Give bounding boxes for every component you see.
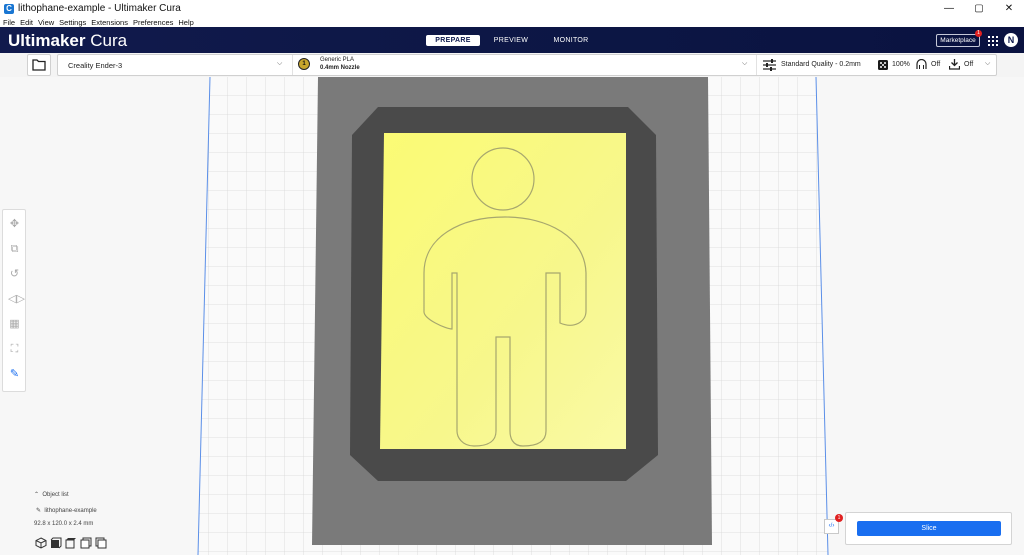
tab-monitor[interactable]: MONITOR <box>542 35 600 46</box>
tab-prepare[interactable]: PREPARE <box>426 35 480 46</box>
cura-app-icon: C <box>4 3 14 14</box>
extruder-badge: 1 <box>298 58 310 70</box>
marketplace-badge: 1 <box>975 30 982 37</box>
slice-panel: Slice <box>845 512 1012 545</box>
object-dimensions: 92.8 x 120.0 x 2.4 mm <box>34 521 94 527</box>
view-right-icon[interactable] <box>95 537 107 549</box>
object-list-item[interactable]: ✎ lithophane-example <box>36 507 97 514</box>
support-icon <box>916 59 927 69</box>
close-button[interactable]: ✕ <box>994 0 1024 17</box>
chevron-down-icon: ⌵ <box>985 60 991 67</box>
stage-toggle-badge: 1 <box>835 514 843 522</box>
object-list-panel: ⌃ Object list ✎ lithophane-example 92.8 … <box>34 491 154 527</box>
profile-label: Standard Quality - 0.2mm <box>781 61 861 68</box>
object-name: lithophane-example <box>44 508 97 514</box>
material-selector[interactable]: 1 Generic PLA 0.4mm Nozzle ⌵ <box>292 55 757 75</box>
brand-logo: Ultimaker Cura <box>8 31 127 51</box>
tool-panel: ✥ ⧉ ↺ ◁▷ ▦ ⛶ ✎ <box>2 209 26 392</box>
grid-apps-icon[interactable] <box>988 36 998 46</box>
per-model-settings-icon[interactable]: ▦ <box>8 318 21 331</box>
build-plate-viewport[interactable] <box>0 77 1024 555</box>
object-list-toggle[interactable]: ⌃ Object list <box>34 491 154 498</box>
chevron-down-icon: ⌵ <box>277 60 283 67</box>
window-title: lithophane-example - Ultimaker Cura <box>18 3 181 14</box>
object-list-header: Object list <box>42 492 69 498</box>
infill-value: 100% <box>892 61 910 68</box>
view-front-icon[interactable] <box>50 537 62 549</box>
menu-help[interactable]: Help <box>178 18 193 27</box>
nozzle-name: 0.4mm Nozzle <box>320 65 360 71</box>
minimize-button[interactable]: — <box>934 0 964 17</box>
chevron-down-icon: ⌵ <box>742 60 748 67</box>
view-top-icon[interactable] <box>65 537 77 549</box>
account-avatar[interactable]: N <box>1004 33 1018 47</box>
adhesion-value: Off <box>964 61 974 68</box>
scale-icon[interactable]: ⧉ <box>8 243 21 256</box>
chevron-up-icon: ⌃ <box>34 492 40 498</box>
support-blocker-icon[interactable]: ⛶ <box>8 343 21 356</box>
stage-tabs: PREPARE PREVIEW MONITOR <box>426 35 600 46</box>
measure-icon[interactable]: ✎ <box>8 368 21 381</box>
adhesion-icon <box>949 59 960 70</box>
brand-light: Cura <box>85 31 128 50</box>
camera-view-buttons <box>35 537 110 549</box>
open-file-button[interactable] <box>27 54 51 76</box>
app-header: Ultimaker Cura PREPARE PREVIEW MONITOR M… <box>0 27 1024 53</box>
menu-settings[interactable]: Settings <box>59 18 86 27</box>
window-controls: — ▢ ✕ <box>934 0 1024 17</box>
title-bar: C lithophane-example - Ultimaker Cura — … <box>0 0 1024 17</box>
material-name: Generic PLA <box>320 57 355 63</box>
folder-icon <box>32 59 46 71</box>
move-icon[interactable]: ✥ <box>8 218 21 231</box>
rotate-icon[interactable]: ↺ <box>8 268 21 281</box>
print-settings-selector[interactable]: Standard Quality - 0.2mm 100% Off Off ⌵ <box>756 55 996 75</box>
mirror-icon[interactable]: ◁▷ <box>8 293 25 306</box>
maximize-button[interactable]: ▢ <box>964 0 994 17</box>
marketplace-button[interactable]: Marketplace <box>936 34 980 47</box>
tab-preview[interactable]: PREVIEW <box>480 35 542 46</box>
sliders-icon <box>763 59 776 71</box>
view-3d-icon[interactable] <box>35 537 47 549</box>
printer-selector[interactable]: Creality Ender-3 ⌵ <box>58 55 293 75</box>
print-setup-bar: Creality Ender-3 ⌵ 1 Generic PLA 0.4mm N… <box>57 54 997 76</box>
brand-bold: Ultimaker <box>8 31 86 50</box>
lithophane-model[interactable] <box>350 107 658 481</box>
menu-extensions[interactable]: Extensions <box>91 18 128 27</box>
view-left-icon[interactable] <box>80 537 92 549</box>
support-value: Off <box>931 61 941 68</box>
build-plate-scene[interactable] <box>0 77 1024 555</box>
printer-name: Creality Ender-3 <box>68 61 123 70</box>
menu-view[interactable]: View <box>38 18 54 27</box>
pencil-icon: ✎ <box>36 508 42 514</box>
menu-bar: File Edit View Settings Extensions Prefe… <box>0 17 1024 27</box>
menu-edit[interactable]: Edit <box>20 18 33 27</box>
menu-preferences[interactable]: Preferences <box>133 18 173 27</box>
menu-file[interactable]: File <box>3 18 15 27</box>
infill-icon <box>878 60 888 70</box>
slice-button[interactable]: Slice <box>857 521 1001 536</box>
